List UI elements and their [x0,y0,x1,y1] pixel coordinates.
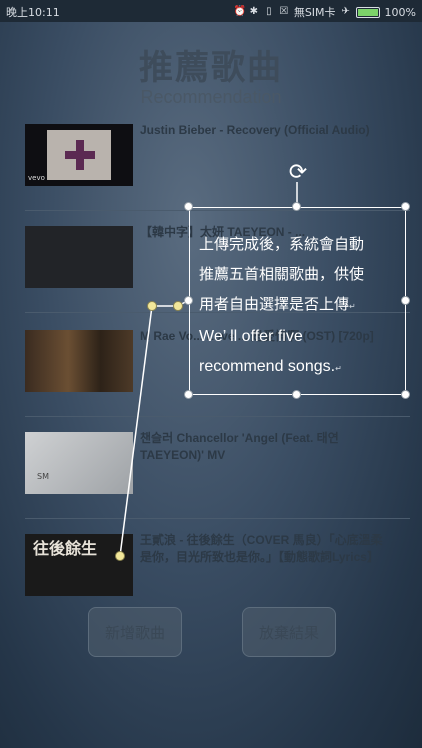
resize-handle-top-right[interactable] [401,202,410,211]
resize-handle-top[interactable] [292,202,301,211]
connector-handle[interactable] [147,301,157,311]
resize-handle-right[interactable] [401,296,410,305]
return-mark-icon: ↵ [349,302,356,311]
callout-line: 上傳完成後，系統會自動 [199,235,365,253]
resize-handle-bottom[interactable] [292,390,301,399]
callout-line: 用者自由選擇是否上傳↵ [199,295,356,313]
resize-handle-top-left[interactable] [184,202,193,211]
connector-tip-handle[interactable] [115,551,125,561]
resize-handle-bottom-right[interactable] [401,390,410,399]
callout-line: 推薦五首相關歌曲，供使 [199,265,365,283]
callout-text: 上傳完成後，系統會自動 推薦五首相關歌曲，供使 用者自由選擇是否上傳↵ We’ … [199,229,399,384]
return-mark-icon: ↵ [335,364,342,373]
callout-line: recommend songs.↵ [199,358,342,375]
rotate-handle-icon[interactable]: ⟳ [287,162,309,184]
app-screen: 晚上10:11 ⏰ ✱ ▯ ☒ 無SIM卡 ✈ 100% 推薦歌曲 Recomm… [0,0,422,748]
resize-handle-bottom-left[interactable] [184,390,193,399]
connector-handle[interactable] [173,301,183,311]
callout-line: We’ ll offer five [199,328,303,345]
resize-handle-left[interactable] [184,296,193,305]
